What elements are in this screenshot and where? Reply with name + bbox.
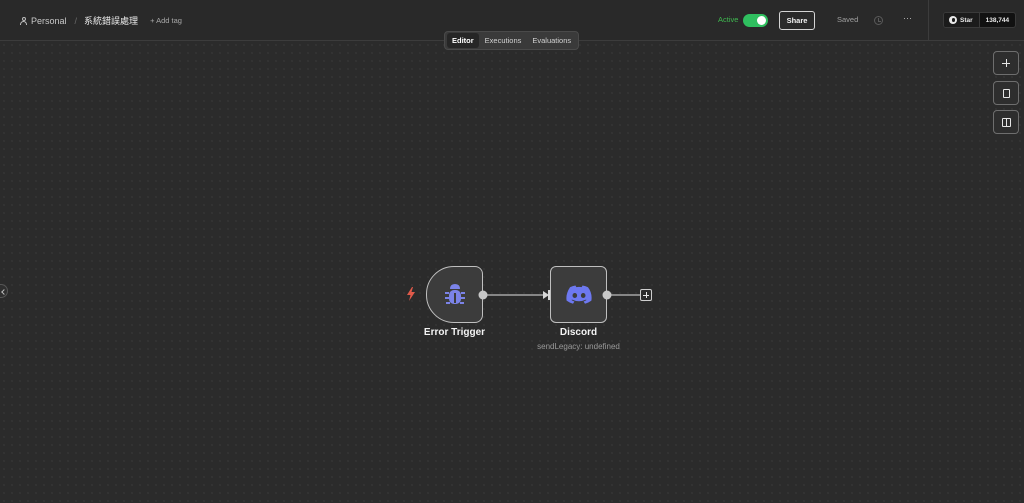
history-icon[interactable] (874, 16, 883, 25)
tab-editor[interactable]: Editor (447, 33, 479, 48)
add-sticky-note-button[interactable] (993, 81, 1019, 105)
node-error-trigger[interactable] (426, 266, 483, 323)
project-link[interactable]: Personal (20, 16, 67, 26)
plus-icon (1002, 59, 1010, 67)
github-star-label: Star (960, 16, 973, 24)
node-subtitle-discord: sendLegacy: undefined (537, 342, 620, 351)
github-star-section[interactable]: Star (944, 13, 980, 27)
discord-icon (565, 285, 592, 304)
panel-toggle-icon (1002, 118, 1011, 127)
share-button[interactable]: Share (779, 11, 815, 30)
output-handle[interactable] (477, 289, 489, 301)
add-tag-button[interactable]: + Add tag (150, 16, 182, 25)
node-label-error-trigger: Error Trigger (423, 327, 486, 338)
user-icon (20, 16, 27, 25)
breadcrumb: Personal / 系統錯誤處理 + Add tag (20, 0, 182, 41)
view-tabs: Editor Executions Evaluations (444, 31, 580, 50)
active-label: Active (718, 15, 739, 24)
github-icon (949, 16, 957, 24)
node-label-discord: Discord (559, 327, 598, 338)
more-options-icon[interactable]: ··· (903, 13, 912, 23)
discord-output-handle[interactable] (601, 289, 613, 301)
active-toggle[interactable] (743, 14, 768, 27)
sticky-note-icon (1003, 89, 1010, 98)
workflow-title[interactable]: 系統錯誤處理 (84, 14, 138, 27)
toggle-panel-button[interactable] (993, 110, 1019, 134)
lightning-bolt-icon (407, 287, 415, 301)
github-star-count[interactable]: 138,744 (980, 13, 1015, 27)
tab-evaluations[interactable]: Evaluations (527, 33, 576, 48)
saved-status: Saved (837, 15, 859, 24)
tab-executions[interactable]: Executions (480, 33, 527, 48)
header-divider (928, 0, 929, 41)
add-node-button[interactable] (993, 51, 1019, 75)
node-discord[interactable] (550, 266, 607, 323)
workflow-canvas[interactable] (0, 41, 1024, 503)
add-next-node-button[interactable] (640, 289, 652, 301)
github-star-button[interactable]: Star 138,744 (943, 12, 1017, 28)
breadcrumb-separator: / (74, 15, 78, 26)
bug-icon (444, 283, 465, 304)
project-name: Personal (31, 15, 67, 26)
